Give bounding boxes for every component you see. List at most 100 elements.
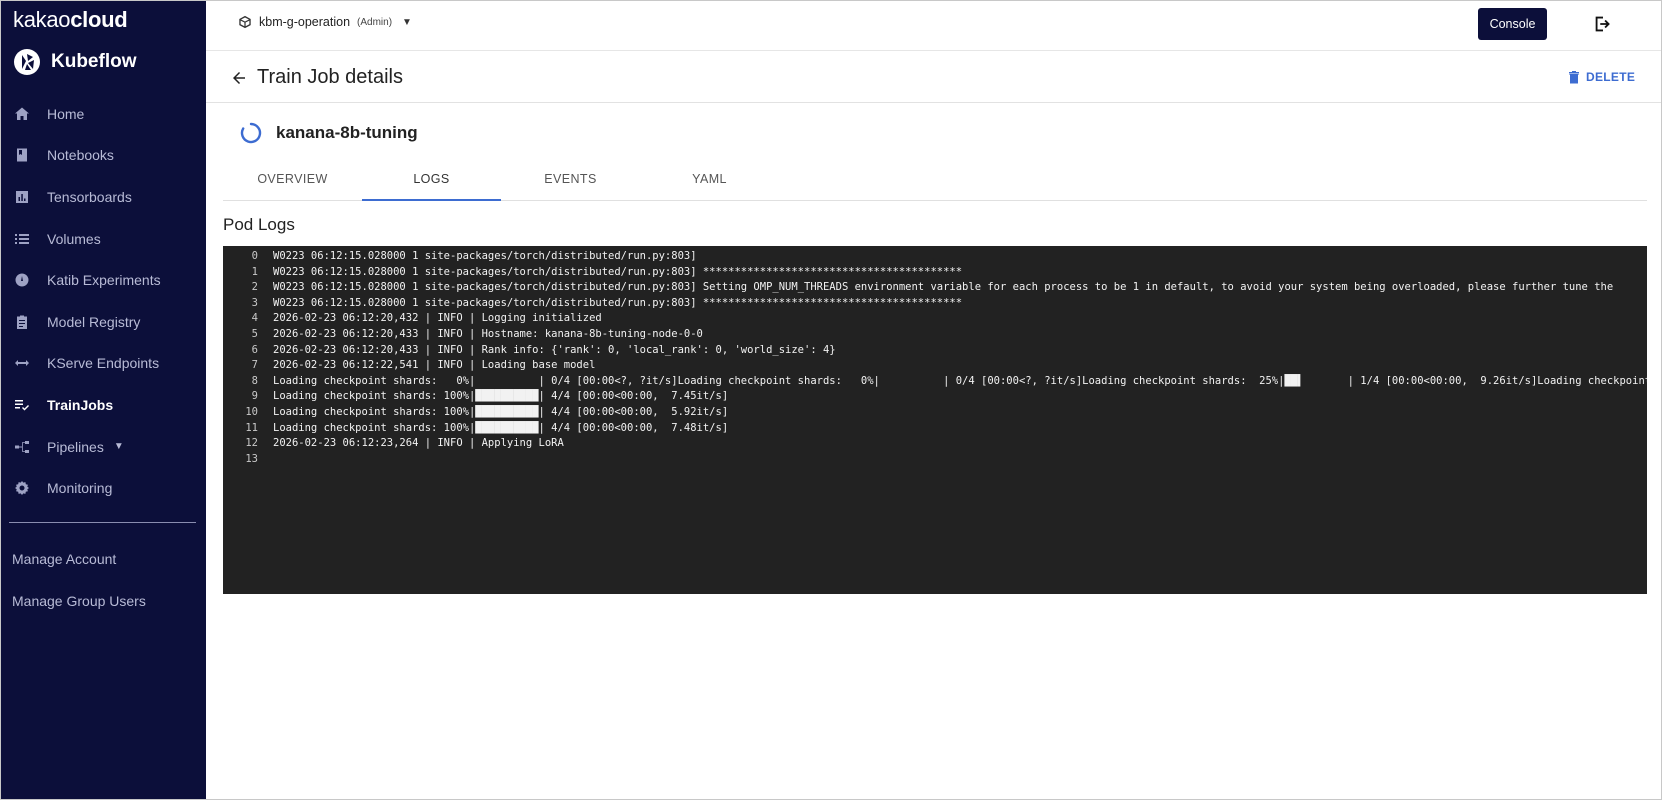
sidebar-item-kserve-endpoints[interactable]: KServe Endpoints	[1, 343, 206, 385]
arrows-icon	[13, 354, 31, 372]
log-line-number: 7	[251, 359, 258, 372]
log-line-text: W0223 06:12:15.028000 1 site-packages/to…	[273, 296, 963, 309]
sidebar-item-label: Model Registry	[47, 313, 141, 330]
sidebar-item-label: Katib Experiments	[47, 272, 161, 289]
sidebar-item-model-registry[interactable]: Model Registry	[1, 301, 206, 343]
tab-logs[interactable]: LOGS	[362, 162, 501, 201]
sidebar-item-label: Volumes	[47, 230, 101, 247]
sidebar-item-tensorboards[interactable]: Tensorboards	[1, 176, 206, 218]
log-line-text	[258, 452, 273, 468]
log-line-text: Loading checkpoint shards: 100%|████████…	[273, 390, 729, 403]
logout-icon[interactable]	[1592, 13, 1614, 35]
log-line-number: 4	[251, 312, 258, 325]
log-line: 5 2026-02-23 06:12:20,433 | INFO | Hostna…	[223, 327, 1647, 343]
kubeflow-logo[interactable]: Kubeflow	[13, 47, 137, 77]
namespace-selector[interactable]: kbm-g-operation (Admin) ▼	[238, 15, 412, 29]
brand-cloud: cloud	[70, 7, 128, 32]
log-line-text: 2026-02-23 06:12:20,433 | INFO | Rank in…	[273, 343, 836, 356]
chevron-down-icon: ▼	[402, 16, 412, 28]
sidebar-item-label: Monitoring	[47, 480, 113, 497]
tab-yaml[interactable]: YAML	[640, 162, 779, 200]
cube-icon	[239, 15, 251, 29]
kubeflow-title: Kubeflow	[51, 51, 137, 72]
tab-overview[interactable]: OVERVIEW	[223, 162, 362, 200]
sidebar-divider	[9, 522, 196, 523]
sidebar-item-label: Notebooks	[47, 147, 114, 164]
log-line: 6 2026-02-23 06:12:20,433 | INFO | Rank i…	[223, 343, 1647, 359]
log-line: 4 2026-02-23 06:12:20,432 | INFO | Loggin…	[223, 311, 1647, 327]
sidebar-nav: Home Notebooks Tensorboards Volumes Kati…	[1, 93, 206, 509]
sidebar: kakaocloud Kubeflow Home Notebooks Tenso…	[1, 1, 206, 799]
log-line: 3 W0223 06:12:15.028000 1 site-packages/t…	[223, 296, 1647, 312]
job-title-row: kanana-8b-tuning	[240, 122, 418, 144]
log-line-text: 2026-02-23 06:12:22,541 | INFO | Loading…	[273, 359, 596, 372]
log-line-number: 3	[251, 296, 258, 309]
top-bar: kbm-g-operation (Admin) ▼ Console	[206, 1, 1661, 51]
back-arrow-icon[interactable]	[230, 69, 248, 87]
page-header: Train Job details DELETE	[206, 52, 1661, 103]
log-viewer[interactable]: 0 W0223 06:12:15.028000 1 site-packages/t…	[223, 246, 1647, 594]
sidebar-item-label: KServe Endpoints	[47, 355, 160, 372]
log-line: 2 W0223 06:12:15.028000 1 site-packages/t…	[223, 280, 1647, 296]
log-line-text: W0223 06:12:15.028000 1 site-packages/to…	[273, 281, 1614, 294]
sidebar-item-home[interactable]: Home	[1, 93, 206, 135]
log-line-text: W0223 06:12:15.028000 1 site-packages/to…	[273, 265, 963, 278]
log-line-text: Loading checkpoint shards: 100%|████████…	[273, 421, 729, 434]
sidebar-item-trainjobs[interactable]: TrainJobs	[1, 384, 206, 426]
speed-icon	[13, 271, 31, 289]
sidebar-item-notebooks[interactable]: Notebooks	[1, 135, 206, 177]
gear-icon	[13, 479, 31, 497]
tab-events[interactable]: EVENTS	[501, 162, 640, 200]
log-line-number: 9	[251, 390, 258, 403]
sidebar-item-label: Pipelines	[47, 438, 104, 455]
log-line: 9 Loading checkpoint shards: 100%|███████…	[223, 389, 1647, 405]
sidebar-item-label: TrainJobs	[47, 396, 114, 413]
list-icon	[13, 230, 31, 248]
clipboard-icon	[13, 313, 31, 331]
delete-button[interactable]: DELETE	[1568, 70, 1635, 84]
namespace-role: (Admin)	[357, 16, 393, 28]
job-name: kanana-8b-tuning	[276, 123, 418, 142]
pod-logs-heading: Pod Logs	[223, 215, 295, 234]
trash-icon	[1569, 71, 1579, 84]
sidebar-item-pipelines[interactable]: Pipelines ▼	[1, 426, 206, 468]
manage-group-users-link[interactable]: Manage Group Users	[12, 593, 146, 609]
sidebar-item-volumes[interactable]: Volumes	[1, 218, 206, 260]
delete-label: DELETE	[1586, 70, 1636, 84]
log-line-number: 12	[245, 437, 258, 450]
log-line: 10 Loading checkpoint shards: 100%|██████…	[223, 405, 1647, 421]
log-line-number: 11	[245, 421, 258, 434]
log-line: 0 W0223 06:12:15.028000 1 site-packages/t…	[223, 249, 1647, 265]
log-line-text: Loading checkpoint shards: 100%|████████…	[273, 405, 729, 418]
log-line-number: 0	[251, 250, 258, 262]
sidebar-item-monitoring[interactable]: Monitoring	[1, 467, 206, 509]
tab-bar: OVERVIEW LOGS EVENTS YAML	[223, 162, 1647, 201]
log-line: 8 Loading checkpoint shards: 0%| | 0/4 [0…	[223, 374, 1647, 390]
sidebar-item-katib-experiments[interactable]: Katib Experiments	[1, 259, 206, 301]
log-line-number: 10	[245, 405, 258, 418]
log-line-text: 2026-02-23 06:12:20,433 | INFO | Hostnam…	[273, 327, 703, 340]
kakaocloud-logo[interactable]: kakaocloud	[13, 7, 128, 33]
loading-spinner-icon	[240, 122, 262, 144]
book-icon	[13, 146, 31, 164]
log-line-number: 1	[251, 265, 258, 278]
bar-chart-icon	[13, 188, 31, 206]
log-line: 12 2026-02-23 06:12:23,264 | INFO | Apply…	[223, 436, 1647, 452]
home-icon	[13, 105, 31, 123]
log-line-number: 6	[251, 343, 258, 356]
log-line-text: W0223 06:12:15.028000 1 site-packages/to…	[273, 250, 697, 262]
log-line-text: 2026-02-23 06:12:23,264 | INFO | Applyin…	[273, 437, 564, 450]
log-line-number: 5	[251, 327, 258, 340]
log-line-number: 13	[245, 452, 258, 465]
sidebar-item-label: Tensorboards	[47, 188, 132, 205]
namespace-name: kbm-g-operation	[259, 15, 351, 29]
log-line-text: 2026-02-23 06:12:20,432 | INFO | Logging…	[273, 312, 602, 325]
kubeflow-icon	[14, 49, 40, 75]
console-button[interactable]: Console	[1478, 8, 1547, 40]
log-line: 1 W0223 06:12:15.028000 1 site-packages/t…	[223, 265, 1647, 281]
log-line-text: Loading checkpoint shards: 0%| | 0/4 [00…	[273, 374, 1647, 387]
chevron-down-icon: ▼	[113, 441, 124, 453]
manage-account-link[interactable]: Manage Account	[12, 551, 116, 567]
log-line-number: 8	[251, 374, 258, 387]
log-line-number: 2	[251, 281, 258, 294]
